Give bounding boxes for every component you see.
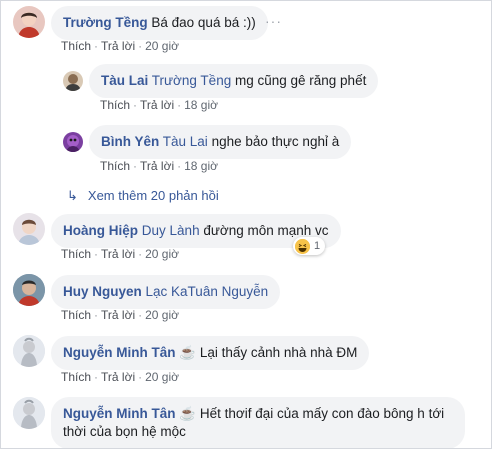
reply-link[interactable]: Trả lời [140,98,174,112]
comment-thread: Trường Tềng Bá đao quá bá :)) ··· Thích ·… [0,0,492,449]
comment-actions: Thích · Trả lời · 20 giờ [61,370,179,384]
comment-actions: Thích · Trả lời · 20 giờ [61,39,179,53]
comment-bubble: Nguyễn Minh Tân ☕ Lại thấy cảnh nhà nhà … [51,336,370,370]
comment-author[interactable]: Nguyễn Minh Tân [63,406,176,421]
like-link[interactable]: Thích [100,159,130,173]
avatar[interactable] [13,6,45,38]
avatar[interactable] [63,71,83,91]
comment-text: nghe bảo thực nghỉ à [211,134,340,149]
reaction-count: 1 [314,240,321,252]
like-link[interactable]: Thích [61,39,91,53]
comment-actions: Thích · Trả lời · 18 giờ [100,159,218,173]
comment-time[interactable]: 20 giờ [145,39,179,53]
mention-link[interactable]: Tàu Lai [163,134,208,149]
haha-reaction-icon [295,238,310,254]
comment-text: ☕ Lại thấy cảnh nhà nhà ĐM [179,345,358,360]
comment-author[interactable]: Nguyễn Minh Tân [63,345,176,360]
comment-author[interactable]: Tàu Lai [101,73,148,88]
avatar[interactable] [63,132,83,152]
reply-link[interactable]: Trả lời [101,370,135,384]
avatar[interactable] [13,397,45,429]
mention-link[interactable]: Trường Tềng [152,73,231,88]
reaction-badge[interactable]: 1 [293,237,326,255]
see-more-replies-link[interactable]: ↳ Xem thêm 20 phản hồi [67,188,219,204]
comment-time[interactable]: 20 giờ [145,370,179,384]
comment-actions: Thích · Trả lời · 18 giờ [100,98,218,112]
comment-text: Bá đao quá bá :)) [151,15,256,30]
comment-author[interactable]: Huy Nguyen [63,284,142,299]
reply-arrow-icon: ↳ [67,188,78,203]
comment-time[interactable]: 18 giờ [184,159,218,173]
mention-link[interactable]: Duy Lành [142,223,200,238]
like-link[interactable]: Thích [61,308,91,322]
comment-author[interactable]: Trường Tềng [63,15,148,30]
avatar[interactable] [13,274,45,306]
comment-time[interactable]: 20 giờ [145,308,179,322]
like-link[interactable]: Thích [100,98,130,112]
comment-time[interactable]: 18 giờ [184,98,218,112]
reply-link[interactable]: Trả lời [101,308,135,322]
mention-link[interactable]: Lạc KaTuân Nguyễn [146,284,269,299]
comment-text: đường môn mạnh vc [203,223,329,238]
comment-bubble: Tàu Lai Trường Tềng mg cũng gê răng phết [89,64,379,98]
comment-author[interactable]: Hoàng Hiệp [63,223,138,238]
like-link[interactable]: Thích [61,370,91,384]
comment-bubble: Nguyễn Minh Tân ☕ Hết thơif đại của mấy … [51,397,465,448]
comment-time[interactable]: 20 giờ [145,247,179,261]
like-link[interactable]: Thích [61,247,91,261]
reply-link[interactable]: Trả lời [101,39,135,53]
avatar[interactable] [13,213,45,245]
comment-bubble: Bình Yên Tàu Lai nghe bảo thực nghỉ à [89,125,352,159]
more-options-icon[interactable]: ··· [265,13,282,29]
comment-actions: Thích · Trả lời · 20 giờ [61,308,179,322]
comment-text: mg cũng gê răng phết [234,73,367,88]
comment-author[interactable]: Bình Yên [101,134,159,149]
avatar[interactable] [13,335,45,367]
reply-link[interactable]: Trả lời [101,247,135,261]
comment-actions: Thích · Trả lời · 20 giờ [61,247,179,261]
reply-link[interactable]: Trả lời [140,159,174,173]
comment-bubble: Huy Nguyen Lạc KaTuân Nguyễn [51,275,281,309]
comment-bubble: Trường Tềng Bá đao quá bá :)) [51,6,268,40]
